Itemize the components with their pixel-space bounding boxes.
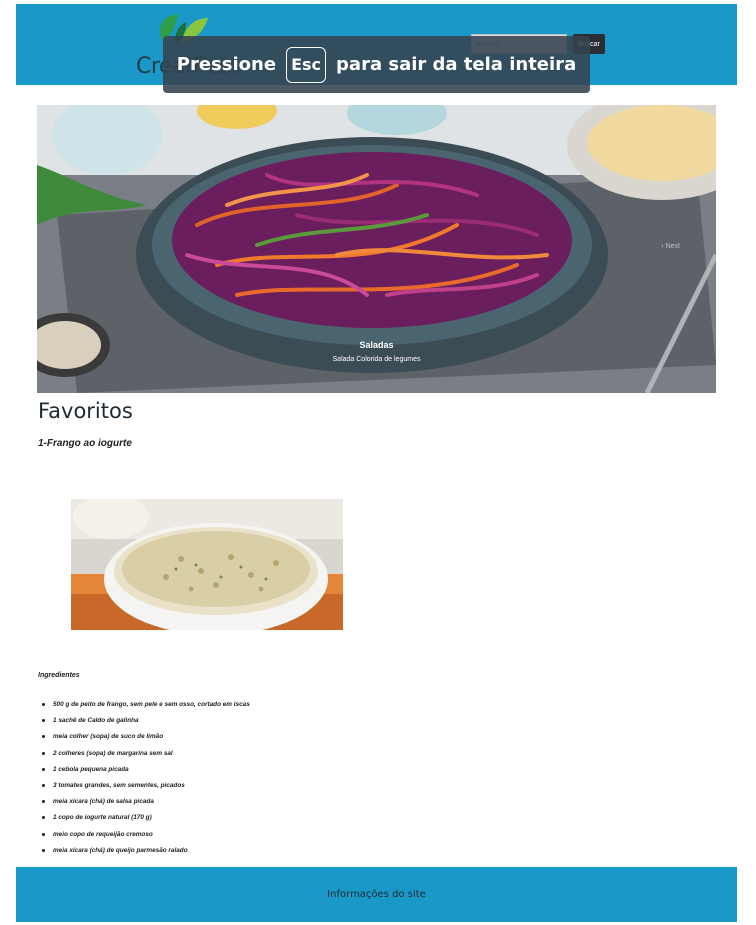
ingredients-title: Ingredientes bbox=[38, 672, 80, 679]
fullscreen-notice-prefix: Pressione bbox=[176, 54, 277, 75]
list-item: 1 cebola pequena picada bbox=[38, 764, 250, 780]
list-item: 2 colheres (sopa) de margarina sem sal bbox=[38, 748, 250, 764]
section-title: Favoritos bbox=[38, 399, 133, 423]
footer-text: Informações do site bbox=[327, 889, 426, 900]
carousel-caption-subtitle: Salada Colorida de legumes bbox=[332, 356, 421, 363]
list-item: meia xícara (chá) de salsa picada bbox=[38, 796, 250, 812]
ingredients-list: 500 g de peito de frango, sem pele e sem… bbox=[38, 699, 250, 861]
carousel-next-label: Next bbox=[665, 243, 680, 250]
carousel-next-button[interactable]: › Next bbox=[661, 243, 680, 250]
fullscreen-notice-suffix: para sair da tela inteira bbox=[336, 54, 577, 75]
list-item: 1 copo de iogurte natural (170 g) bbox=[38, 812, 250, 828]
recipe-photo bbox=[71, 499, 343, 630]
carousel-caption-title: Saladas bbox=[359, 340, 394, 350]
list-item: 1 sachê de Caldo de galinha bbox=[38, 715, 250, 731]
list-item: meia colher (sopa) de suco de limão bbox=[38, 731, 250, 747]
esc-key-badge: Esc bbox=[286, 46, 327, 83]
list-item: meio copo de requeijão cremoso bbox=[38, 829, 250, 845]
list-item: 3 tomates grandes, sem sementes, picados bbox=[38, 780, 250, 796]
image-carousel[interactable]: Saladas Salada Colorida de legumes › Nex… bbox=[37, 105, 716, 393]
fullscreen-notice: Pressione Esc para sair da tela inteira bbox=[163, 36, 590, 93]
site-footer: Informações do site bbox=[16, 867, 737, 922]
chevron-right-icon: › bbox=[661, 243, 664, 250]
list-item: 500 g de peito de frango, sem pele e sem… bbox=[38, 699, 250, 715]
list-item: meia xícara (chá) de queijo parmesão ral… bbox=[38, 845, 250, 861]
recipe-title: 1-Frango ao iogurte bbox=[38, 438, 132, 449]
